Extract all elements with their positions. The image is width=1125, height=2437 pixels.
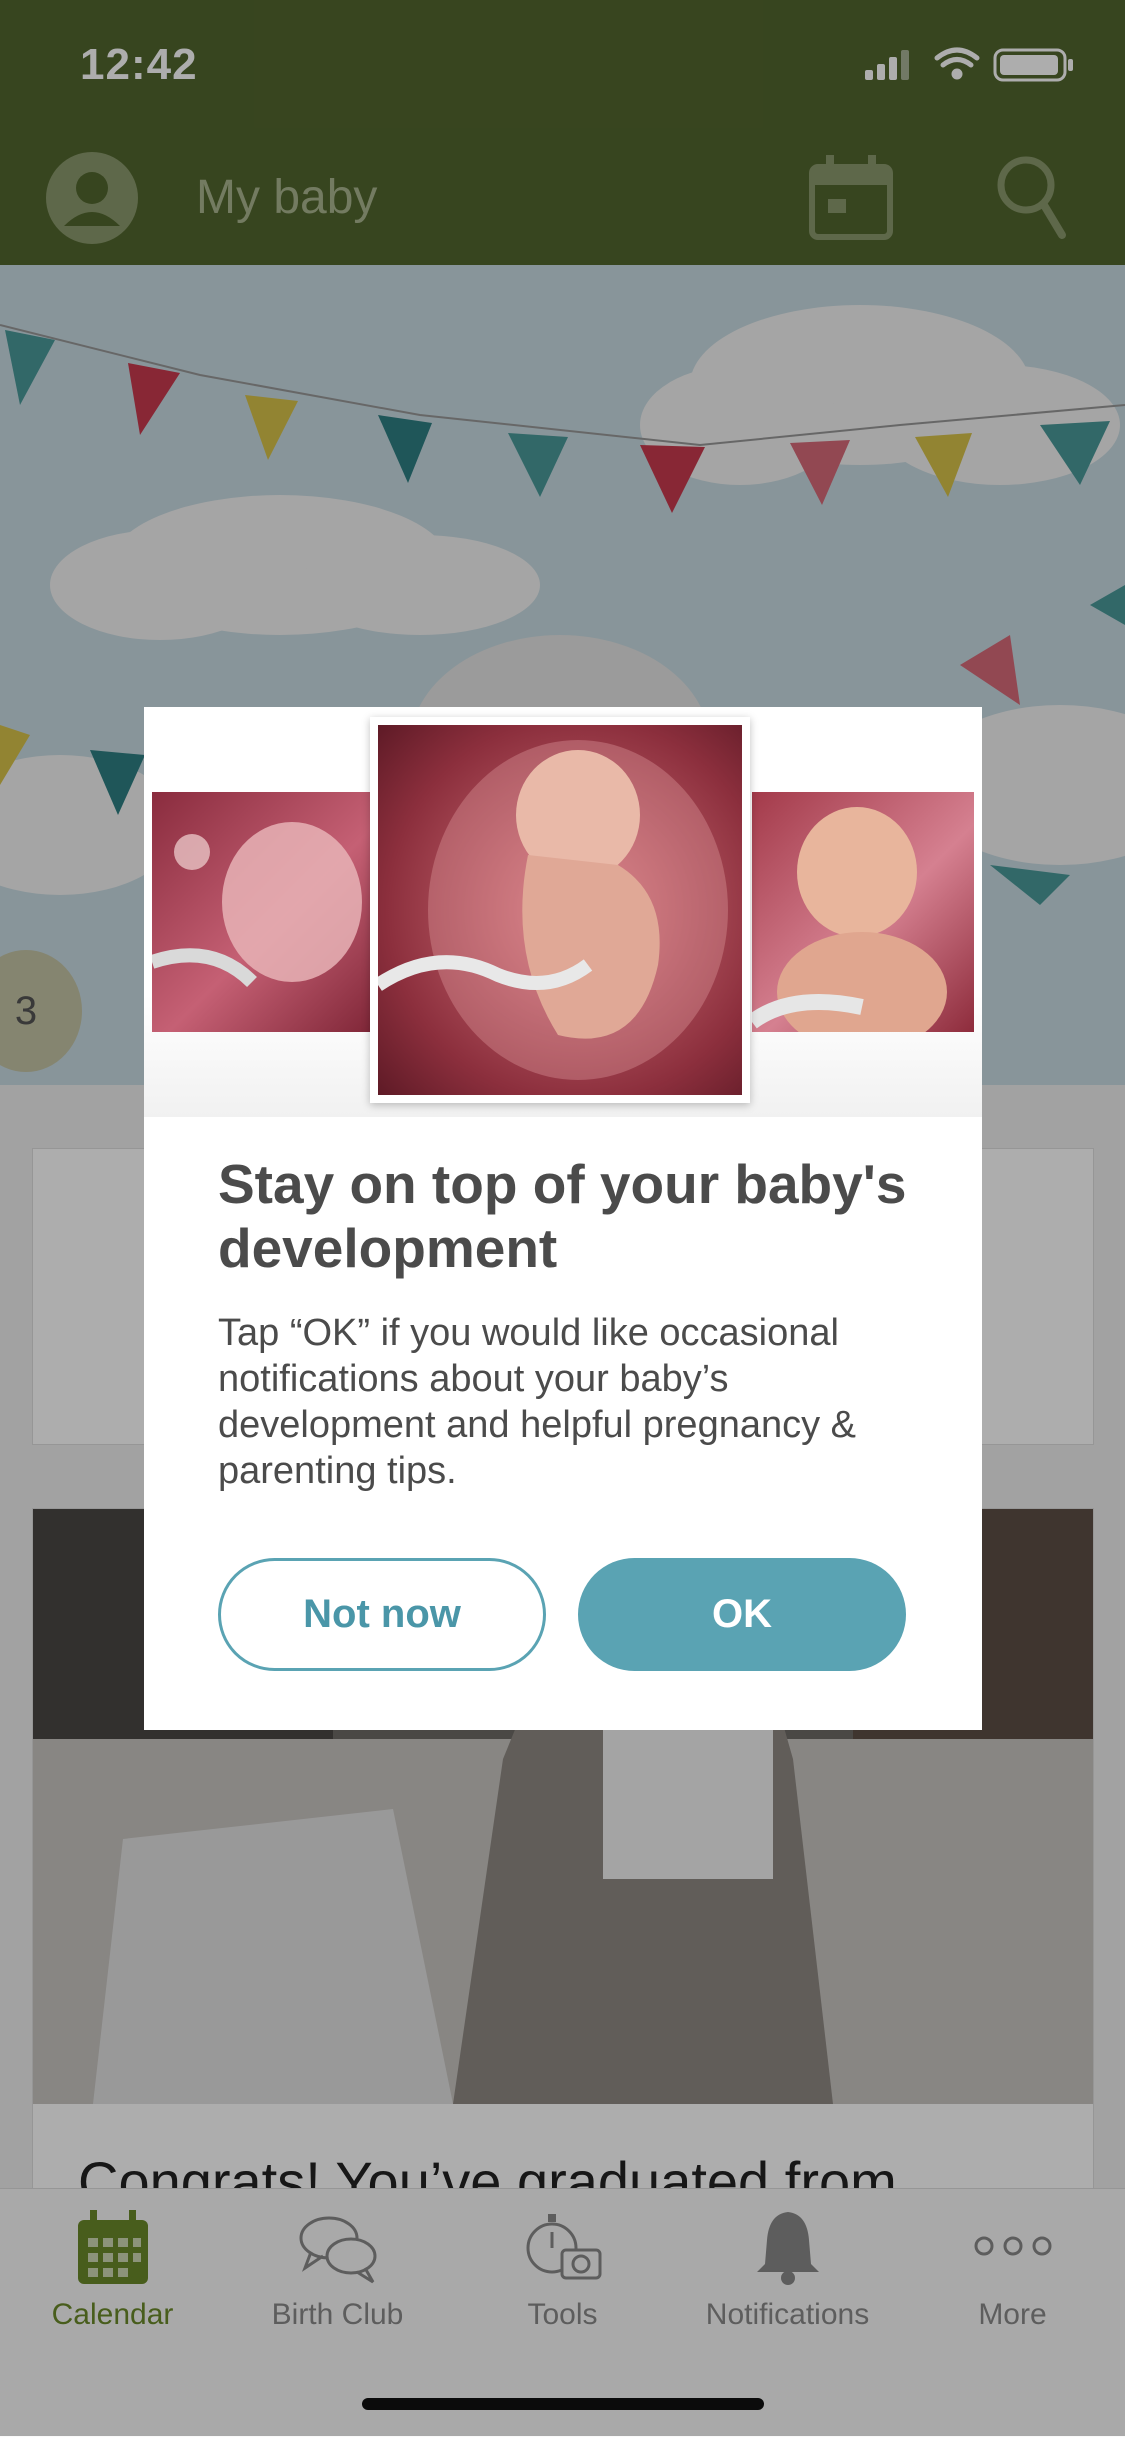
dialog-title: Stay on top of your baby's development	[218, 1153, 907, 1279]
fetus-image-center	[370, 717, 750, 1103]
baby-illustration	[747, 807, 947, 1052]
dialog-image-strip	[144, 707, 982, 1117]
notification-permission-dialog: Stay on top of your baby's development T…	[144, 707, 982, 1730]
ok-button[interactable]: OK	[578, 1558, 906, 1671]
fetus-photo	[374, 725, 742, 1095]
dialog-body: Tap “OK” if you would like occasional no…	[218, 1312, 857, 1492]
baby-image-right	[747, 792, 974, 1052]
embryo-illustration	[149, 822, 362, 988]
fetus-illustration	[374, 740, 728, 1080]
not-now-button[interactable]: Not now	[218, 1558, 546, 1671]
embryo-image-left	[149, 792, 378, 1032]
